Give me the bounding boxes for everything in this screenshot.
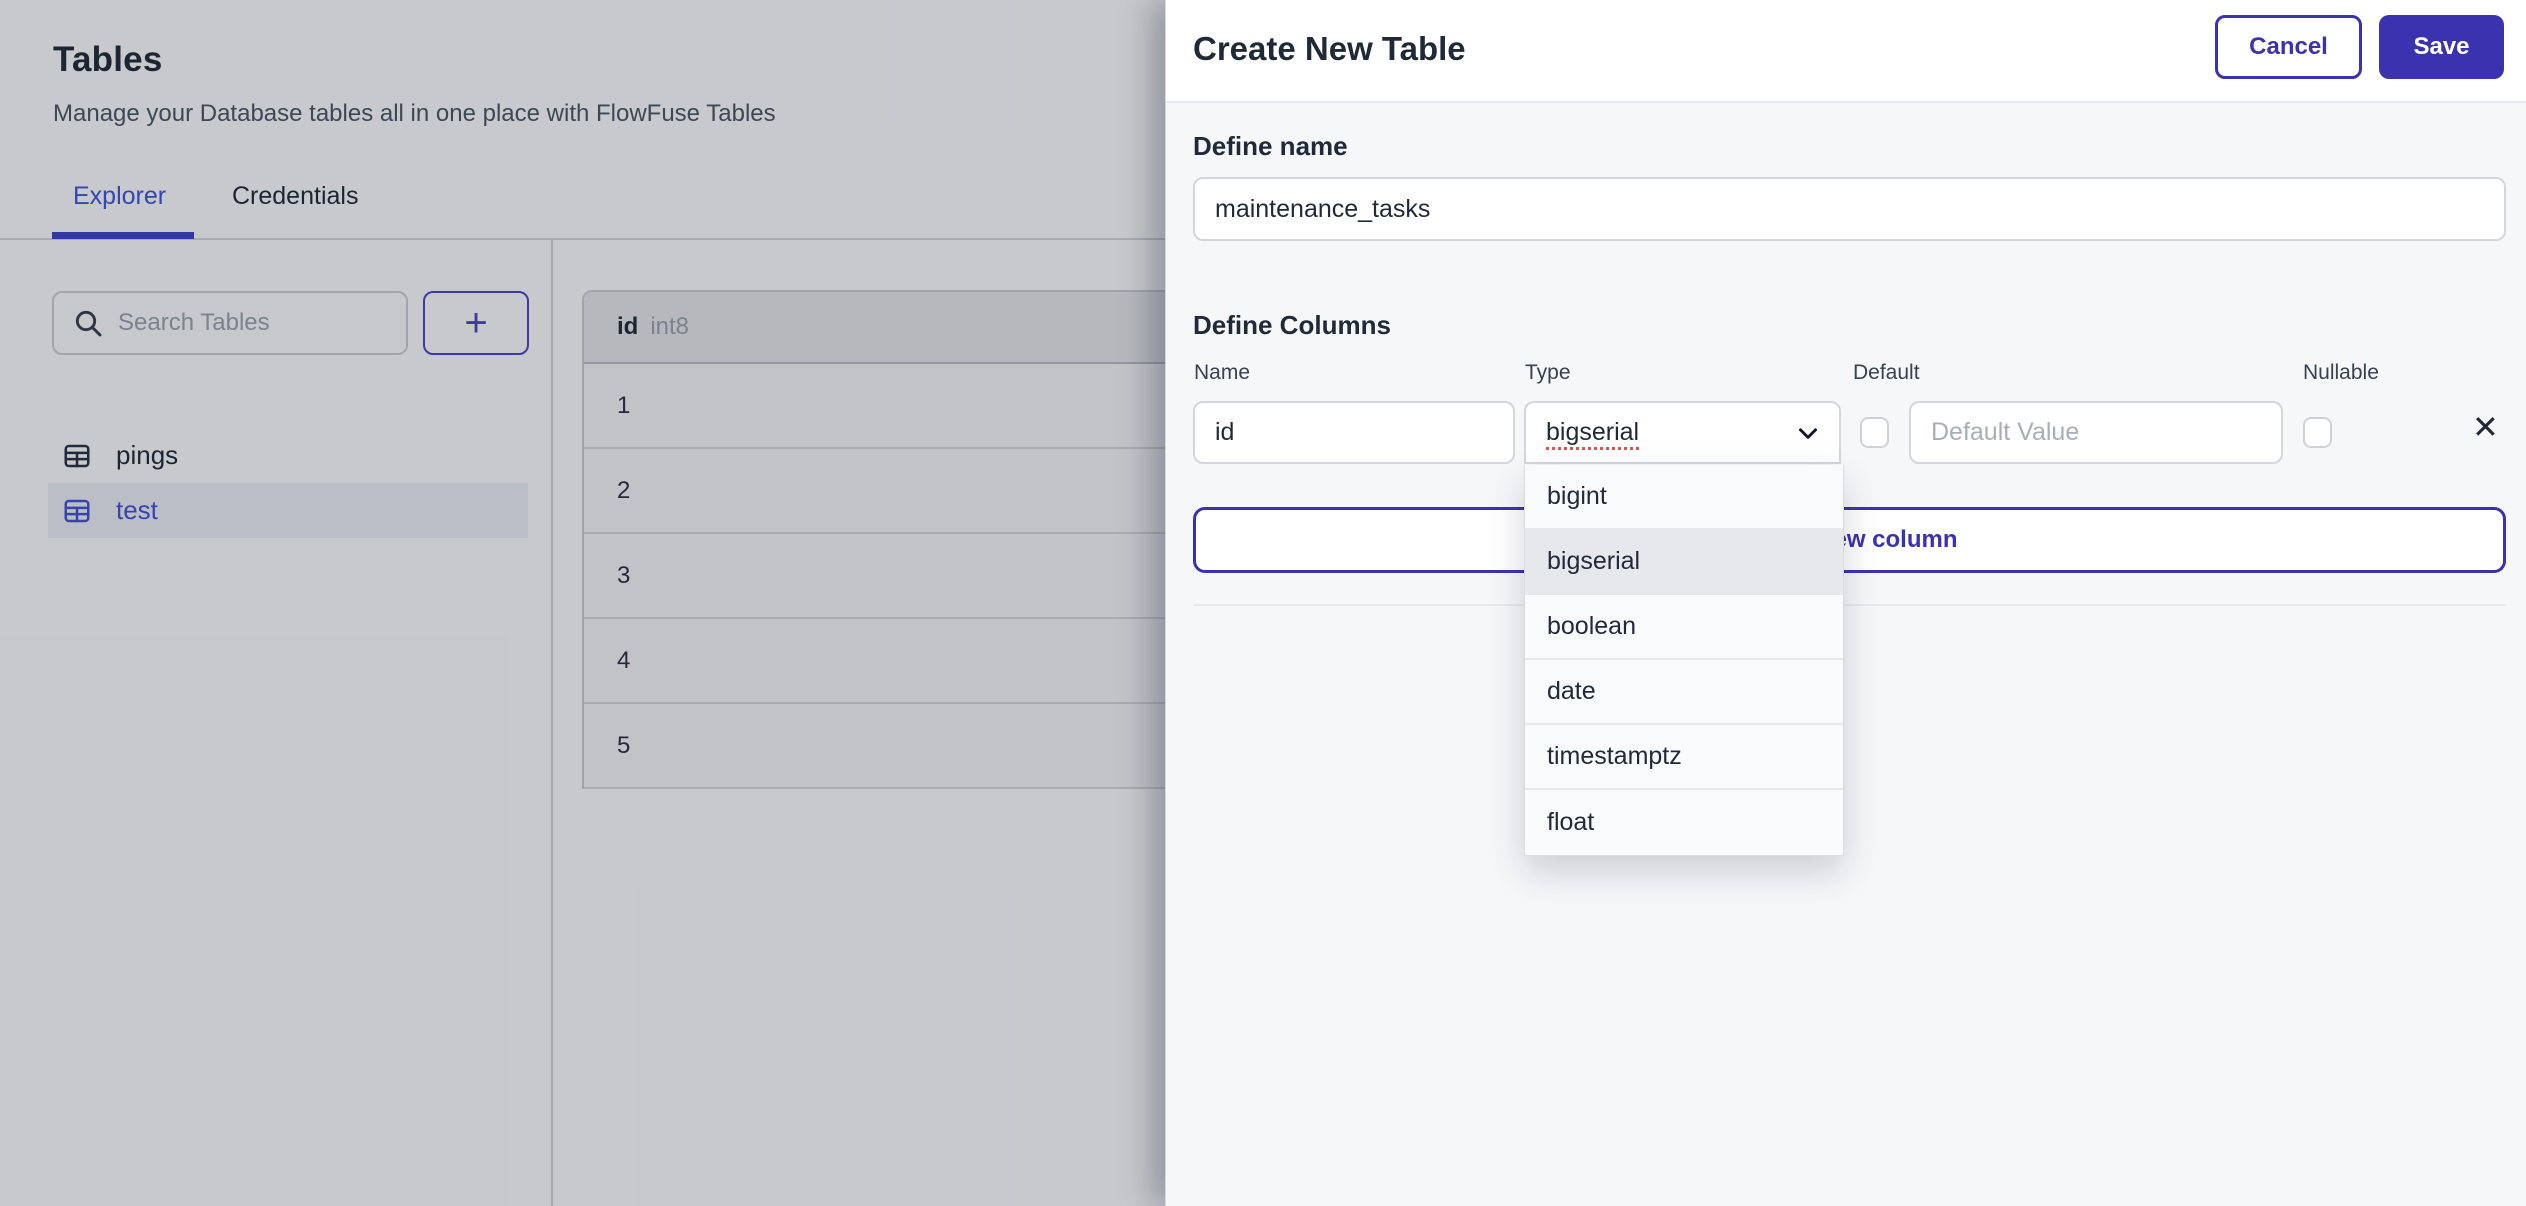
type-option-bigint[interactable]: bigint: [1525, 465, 1843, 530]
type-option-bigserial[interactable]: bigserial: [1525, 530, 1843, 595]
define-name-heading: Define name: [1193, 131, 1348, 161]
selected-type-value: bigserial: [1546, 418, 1640, 446]
column-label-nullable: Nullable: [2303, 361, 2379, 384]
column-label-type: Type: [1525, 361, 1571, 384]
type-option-date[interactable]: date: [1525, 660, 1843, 725]
drawer-actions: Cancel Save: [2215, 15, 2504, 79]
column-label-default: Default: [1853, 361, 1920, 384]
type-option-float[interactable]: float: [1525, 790, 1843, 855]
chevron-down-icon: [1799, 427, 1817, 439]
type-dropdown-menu: bigint bigserial boolean date timestampt…: [1524, 465, 1844, 856]
nullable-checkbox[interactable]: [2303, 417, 2332, 448]
type-option-boolean[interactable]: boolean: [1525, 595, 1843, 660]
default-checkbox[interactable]: [1860, 417, 1889, 448]
drawer-title: Create New Table: [1193, 30, 1466, 67]
column-type-select[interactable]: bigserial: [1524, 401, 1841, 464]
cancel-button[interactable]: Cancel: [2215, 15, 2362, 79]
column-name-input[interactable]: [1193, 401, 1515, 464]
default-value-input[interactable]: [1909, 401, 2283, 464]
add-new-column-button[interactable]: + Add new column: [1193, 507, 2506, 573]
create-table-drawer: Create New Table Cancel Save Define name…: [1165, 0, 2526, 1206]
type-option-timestamptz[interactable]: timestamptz: [1525, 725, 1843, 790]
column-label-name: Name: [1194, 361, 1251, 384]
drawer-header: Create New Table Cancel Save: [1166, 0, 2526, 103]
section-divider: [1193, 604, 2506, 606]
save-button[interactable]: Save: [2379, 15, 2504, 79]
table-name-input[interactable]: [1193, 177, 2506, 241]
app-root: Tables Manage your Database tables all i…: [0, 0, 2526, 1206]
modal-dim-overlay[interactable]: [0, 0, 1165, 1206]
remove-column-icon[interactable]: ✕: [2472, 411, 2499, 443]
define-columns-heading: Define Columns: [1193, 310, 1391, 340]
